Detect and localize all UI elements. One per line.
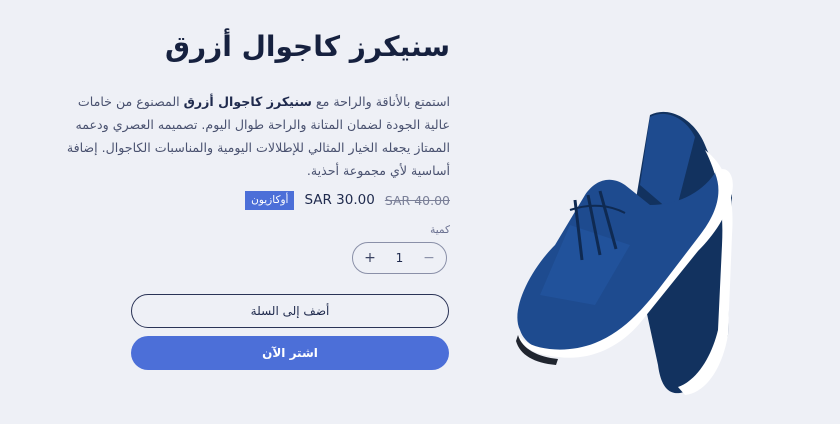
description-product-name: سنيكرز كاجوال أزرق (183, 94, 312, 109)
original-price: SAR 40.00 (384, 192, 450, 208)
price-row: SAR 40.00 SAR 30.00 أوكازيون (240, 190, 450, 210)
description-intro: استمتع بالأناقة والراحة مع (311, 94, 450, 109)
quantity-stepper: + 1 − (352, 242, 447, 274)
sale-price: SAR 30.00 (304, 192, 375, 208)
quantity-value[interactable]: 1 (396, 251, 404, 265)
quantity-label: كمية (430, 224, 450, 236)
product-page: سنيكرز كاجوال أزرق استمتع بالأناقة والرا… (0, 0, 840, 424)
product-description: استمتع بالأناقة والراحة مع سنيكرز كاجوال… (50, 90, 450, 182)
decrease-quantity-button[interactable]: − (422, 250, 436, 266)
increase-quantity-button[interactable]: + (363, 250, 377, 266)
add-to-cart-button[interactable]: أضف إلى السلة (131, 294, 449, 328)
product-image (500, 95, 790, 405)
buy-now-button[interactable]: اشتر الآن (131, 336, 449, 370)
product-title: سنيكرز كاجوال أزرق (164, 30, 450, 63)
sneaker-icon (516, 111, 733, 395)
sale-badge: أوكازيون (245, 190, 295, 210)
product-info: سنيكرز كاجوال أزرق استمتع بالأناقة والرا… (0, 0, 460, 424)
